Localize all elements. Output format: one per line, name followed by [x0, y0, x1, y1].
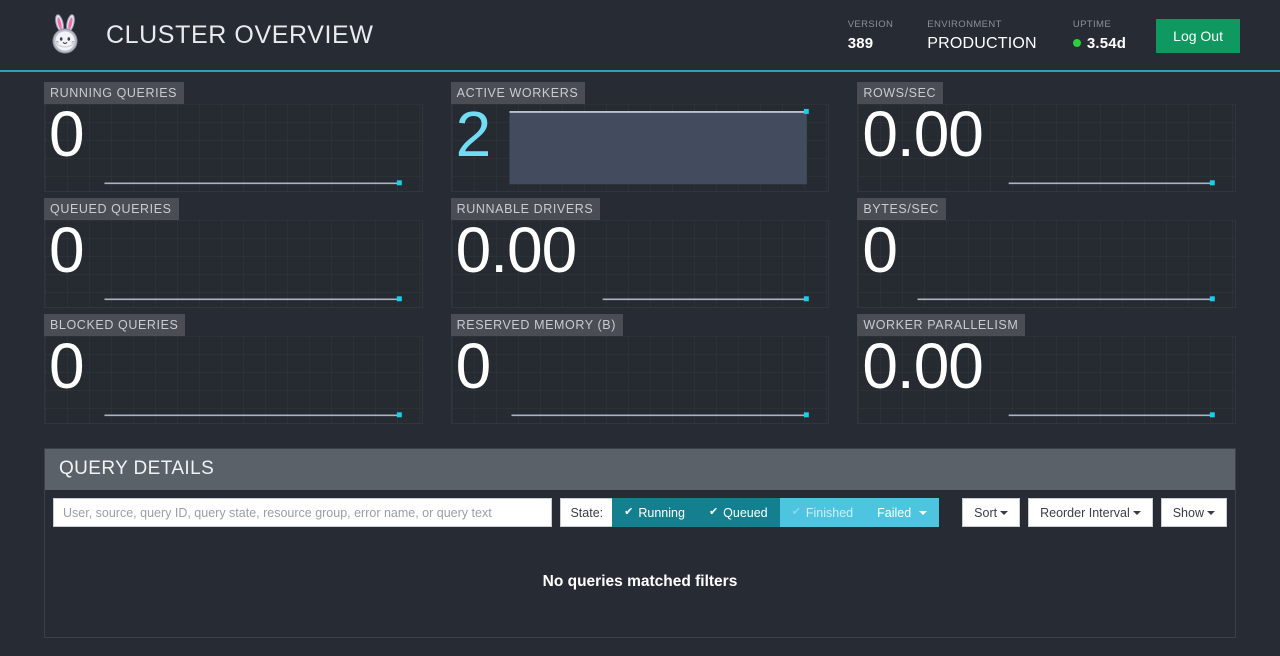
brand[interactable]: CLUSTER OVERVIEW [44, 12, 374, 58]
stat-card-body: 0 [44, 220, 423, 308]
uptime-value: 3.54d [1086, 34, 1127, 52]
query-results-empty-state: No queries matched filters [45, 536, 1235, 637]
query-search-input[interactable] [53, 498, 553, 527]
sort-dropdown-label: Sort [974, 505, 998, 520]
stat-card-body: 0.00 [857, 104, 1236, 192]
show-dropdown-button[interactable]: Show [1160, 498, 1227, 527]
sparkline-chart [104, 412, 402, 418]
chevron-down-icon [1207, 511, 1215, 515]
sparkline-chart [104, 296, 402, 302]
state-filter-finished-label: Finished [805, 505, 854, 520]
stat-card-value: 0 [862, 220, 898, 286]
query-details-title: QUERY DETAILS [59, 458, 215, 479]
stat-card-body: 0 [450, 336, 830, 424]
stat-card-rows-per-sec: ROWS/SEC 0.00 [857, 82, 1236, 198]
chevron-down-icon [919, 511, 928, 515]
version-block: VERSION 389 [848, 15, 894, 52]
stat-card-reserved-memory: RESERVED MEMORY (B) 0 [450, 314, 830, 430]
check-icon: ✔ [624, 506, 634, 518]
reorder-interval-label: Reorder Interval [1040, 505, 1130, 520]
stat-card-label: RUNNING QUERIES [44, 82, 185, 104]
stat-card-value: 0.00 [455, 220, 578, 286]
check-icon: ✔ [708, 506, 719, 518]
stat-card-body: 0 [44, 104, 423, 192]
environment-label: ENVIRONMENT [927, 18, 1002, 30]
stat-card-queued-queries: QUEUED QUERIES 0 [44, 198, 423, 314]
online-status-dot-icon [1072, 39, 1081, 48]
stat-card-body: 0 [44, 336, 423, 424]
stat-card-body: 0.00 [450, 220, 830, 308]
stat-card-label: ACTIVE WORKERS [450, 82, 586, 104]
sparkline-chart [511, 412, 809, 418]
stat-card-runnable-drivers: RUNNABLE DRIVERS 0.00 [450, 198, 830, 314]
query-details-header: QUERY DETAILS [45, 449, 1235, 490]
page-title: CLUSTER OVERVIEW [106, 20, 374, 49]
state-filter-finished[interactable]: ✔ Finished [779, 498, 866, 527]
stat-card-value: 0.00 [862, 336, 984, 402]
state-filter-queued-label: Queued [723, 505, 768, 520]
stat-card-label: BLOCKED QUERIES [44, 314, 186, 336]
state-filter-running[interactable]: ✔ Running [612, 498, 697, 527]
stat-card-label: RESERVED MEMORY (B) [450, 314, 624, 336]
stat-card-body: 0 [857, 220, 1236, 308]
version-label: VERSION [847, 18, 894, 30]
stat-card-value: 0 [49, 104, 85, 170]
state-filter-running-label: Running [638, 505, 685, 520]
state-filter-queued[interactable]: ✔ Queued [696, 498, 780, 527]
sparkline-chart [509, 108, 809, 185]
state-filter-failed-label: Failed [877, 505, 912, 520]
environment-value: PRODUCTION [927, 34, 1037, 52]
state-filter-failed[interactable]: Failed [865, 498, 940, 527]
log-out-button[interactable]: Log Out [1156, 18, 1240, 54]
stat-card-value: 0 [49, 220, 85, 286]
uptime-label: UPTIME [1072, 18, 1112, 30]
stat-card-running-queries: RUNNING QUERIES 0 [44, 82, 423, 198]
stat-card-label: QUEUED QUERIES [44, 198, 179, 220]
empty-state-message: No queries matched filters [542, 573, 738, 590]
version-value: 389 [847, 34, 874, 52]
reorder-interval-dropdown-button[interactable]: Reorder Interval [1028, 498, 1153, 527]
stat-card-value: 0.00 [862, 104, 984, 170]
rabbit-astronaut-logo-icon [44, 12, 88, 58]
stat-card-value: 0 [49, 336, 85, 402]
chevron-down-icon [1132, 511, 1141, 515]
header-status-group: VERSION 389 ENVIRONMENT PRODUCTION UPTIM… [848, 15, 1240, 56]
state-filter-group: State: ✔ Running ✔ Queued ✔ Finished Fai… [560, 498, 940, 527]
query-filter-toolbar: State: ✔ Running ✔ Queued ✔ Finished Fai… [45, 490, 1235, 536]
uptime-value-wrap: 3.54d [1072, 34, 1127, 52]
app-header: CLUSTER OVERVIEW VERSION 389 ENVIRONMENT… [0, 0, 1280, 72]
stat-card-label: BYTES/SEC [857, 198, 946, 220]
stat-card-blocked-queries: BLOCKED QUERIES 0 [44, 314, 423, 430]
environment-block: ENVIRONMENT PRODUCTION [927, 15, 1037, 53]
stat-card-label: ROWS/SEC [857, 82, 944, 104]
stat-card-value: 2 [455, 104, 492, 170]
stat-card-label: RUNNABLE DRIVERS [450, 198, 601, 220]
stat-card-body: 2 [450, 104, 830, 192]
sort-dropdown-button[interactable]: Sort [962, 498, 1021, 527]
uptime-block: UPTIME 3.54d [1072, 15, 1127, 52]
sparkline-chart [104, 180, 402, 186]
stat-card-bytes-per-sec: BYTES/SEC 0 [857, 198, 1236, 314]
show-dropdown-label: Show [1172, 505, 1204, 520]
sparkline-chart [917, 296, 1216, 302]
state-filter-label: State: [560, 498, 613, 527]
stat-card-body: 0.00 [857, 336, 1236, 424]
stat-card-value: 0 [455, 336, 492, 402]
stat-card-label: WORKER PARALLELISM [857, 314, 1026, 336]
stat-card-active-workers: ACTIVE WORKERS 2 [450, 82, 830, 198]
cluster-overview-page: CLUSTER OVERVIEW VERSION 389 ENVIRONMENT… [0, 0, 1280, 656]
query-details-panel: QUERY DETAILS State: ✔ Running ✔ Queued … [44, 448, 1236, 638]
chevron-down-icon [1000, 511, 1009, 515]
check-icon: ✔ [791, 506, 801, 518]
cluster-stat-cards: RUNNING QUERIES 0 ACTIVE WORKERS 2 ROWS/… [0, 82, 1280, 430]
stat-card-worker-parallelism: WORKER PARALLELISM 0.00 [857, 314, 1236, 430]
